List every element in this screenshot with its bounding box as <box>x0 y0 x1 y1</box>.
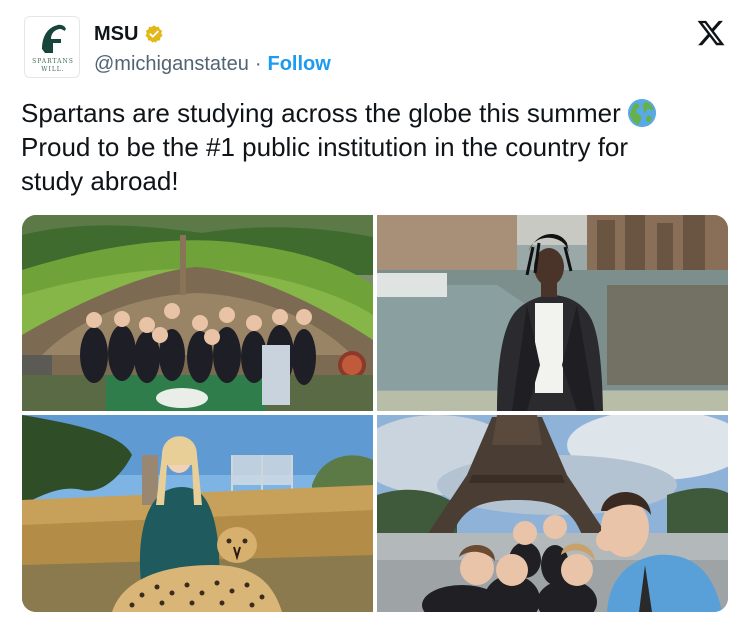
x-logo-icon[interactable] <box>696 18 726 48</box>
name-row: MSU <box>94 22 164 46</box>
photo-man-by-canal[interactable] <box>377 215 728 411</box>
photo-group-hobbit-house[interactable] <box>22 215 373 411</box>
photo-student-with-cheetah[interactable] <box>22 415 373 612</box>
avatar[interactable]: SPARTANS WILL. <box>24 16 80 78</box>
follow-button[interactable]: Follow <box>268 53 331 76</box>
display-name[interactable]: MSU <box>94 23 138 46</box>
verified-badge-icon <box>145 25 163 43</box>
tweet-line-2: Proud to be the #1 public institution in… <box>21 132 629 162</box>
tweet-header: SPARTANS WILL. MSU @michiganstateu · Fol… <box>24 16 726 78</box>
tweet-line-3: study abroad! <box>21 166 179 196</box>
tweet-text: Spartans are studying across the globe t… <box>21 96 721 198</box>
media-grid <box>22 215 728 612</box>
handle-row: @michiganstateu · Follow <box>94 52 331 76</box>
separator-dot: · <box>254 52 262 75</box>
globe-americas-icon <box>627 98 656 128</box>
avatar-tagline-2: WILL. <box>41 66 65 73</box>
tweet-line-1: Spartans are studying across the globe t… <box>21 98 621 128</box>
tweet-card: SPARTANS WILL. MSU @michiganstateu · Fol… <box>0 0 750 630</box>
spartan-helmet-icon <box>42 24 66 53</box>
handle[interactable]: @michiganstateu <box>94 53 249 76</box>
photo-selfie-eiffel-tower[interactable] <box>377 415 728 612</box>
avatar-tagline: SPARTANS <box>32 58 74 65</box>
